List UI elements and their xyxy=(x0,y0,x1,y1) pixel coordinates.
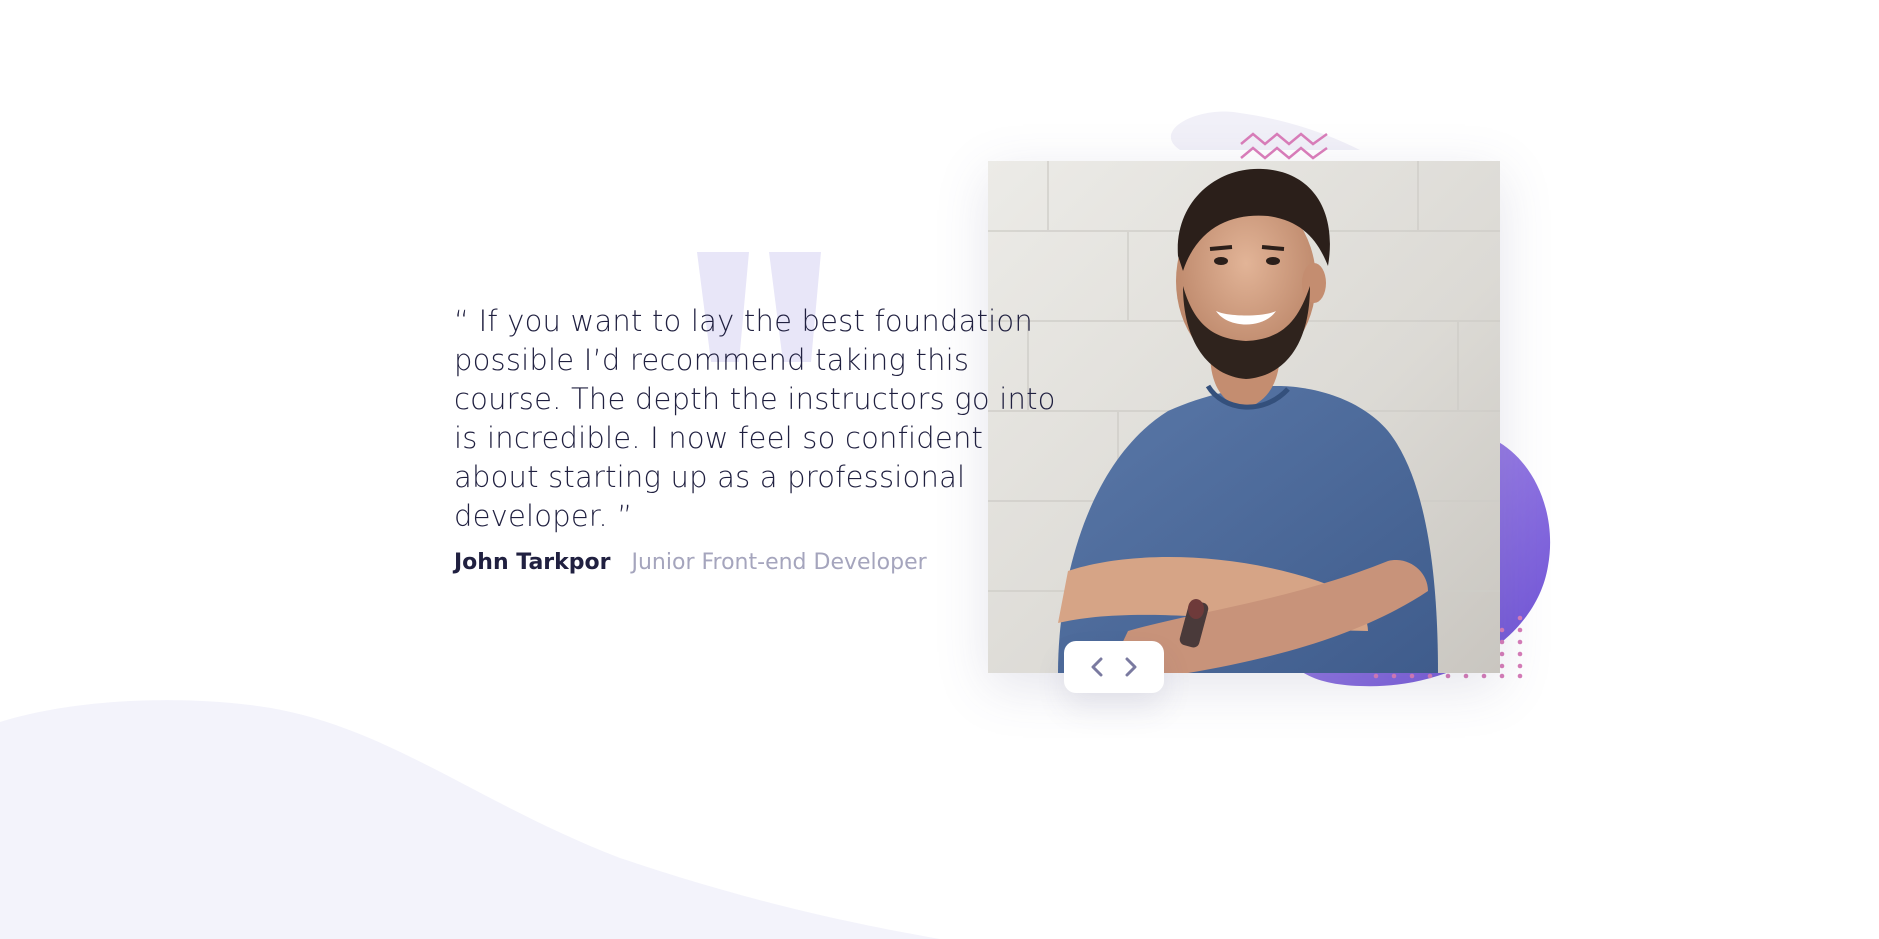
slider-controls xyxy=(1064,641,1164,693)
previous-button[interactable] xyxy=(1084,654,1110,680)
author-line: John Tarkpor Junior Front-end Developer xyxy=(454,548,1074,578)
next-button[interactable] xyxy=(1118,654,1144,680)
chevron-right-icon xyxy=(1125,657,1137,677)
testimonial-quote: “ If you want to lay the best foundation… xyxy=(454,304,1056,533)
testimonial-page: “ If you want to lay the best foundation… xyxy=(0,0,1879,939)
zigzag-decoration-icon xyxy=(1240,132,1328,160)
author-role: Junior Front-end Developer xyxy=(631,550,927,575)
chevron-left-icon xyxy=(1091,657,1103,677)
testimonial-content: “ If you want to lay the best foundation… xyxy=(454,302,1074,578)
author-name: John Tarkpor xyxy=(454,550,611,575)
